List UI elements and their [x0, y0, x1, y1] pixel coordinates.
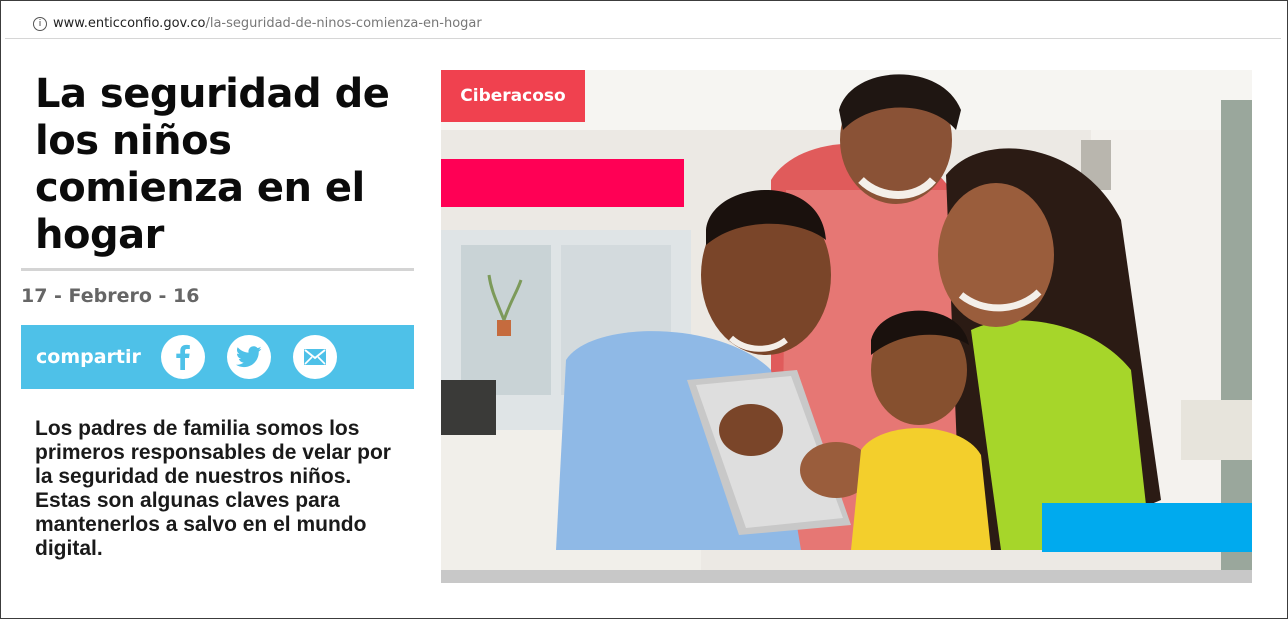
article-title: La seguridad de los niños comienza en el… [35, 71, 390, 258]
hero-image: Ciberacoso [441, 70, 1252, 570]
article-date: 17 - Febrero - 16 [21, 285, 200, 307]
twitter-icon [235, 346, 262, 368]
browser-viewport: i www.enticconfio.gov.co/la-seguridad-de… [0, 0, 1288, 619]
info-circle-icon[interactable]: i [33, 16, 47, 31]
address-bar[interactable]: i www.enticconfio.gov.co/la-seguridad-de… [5, 5, 1281, 39]
share-bar: compartir [21, 325, 414, 389]
article-intro: Los padres de familia somos los primeros… [35, 417, 391, 560]
decorative-blue-bar [1042, 503, 1252, 552]
family-tablet-photo [441, 70, 1252, 570]
facebook-icon [176, 344, 190, 370]
decorative-pink-bar [441, 159, 684, 207]
url-path: /la-seguridad-de-ninos-comienza-en-hogar [205, 16, 482, 31]
facebook-share-button[interactable] [160, 335, 205, 379]
hero-bottom-strip [441, 570, 1252, 583]
category-tag[interactable]: Ciberacoso [441, 70, 585, 122]
email-icon [303, 349, 326, 365]
email-share-button[interactable] [292, 335, 337, 379]
title-divider [21, 268, 414, 271]
share-label: compartir [36, 346, 141, 368]
url-host: www.enticconfio.gov.co [53, 16, 206, 31]
twitter-share-button[interactable] [226, 335, 271, 379]
